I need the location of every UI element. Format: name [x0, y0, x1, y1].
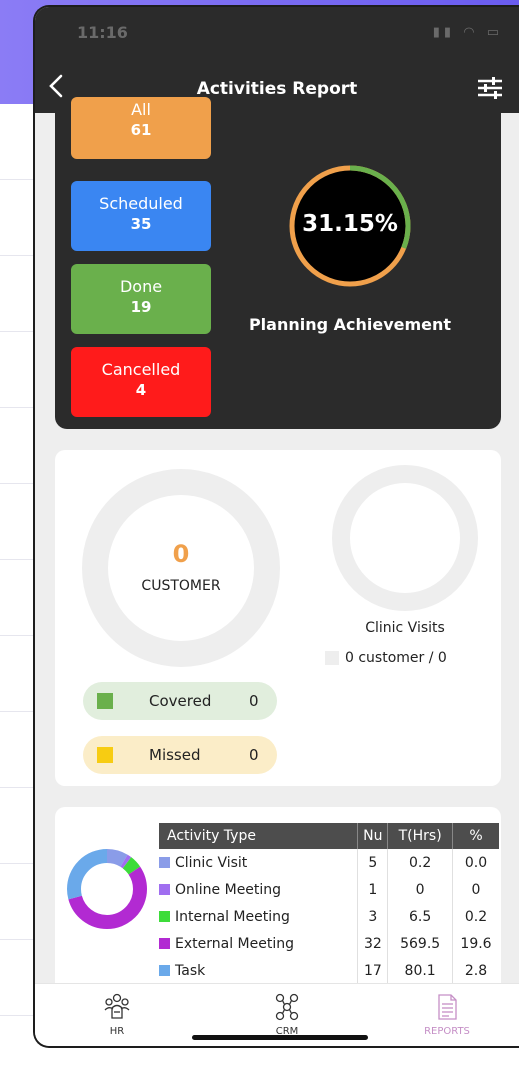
activity-type-cell: Clinic Visit: [159, 849, 359, 876]
filter-button[interactable]: [475, 73, 507, 103]
pct-cell: 19.6: [460, 935, 492, 952]
achievement-label: Planning Achievement: [248, 315, 452, 334]
hr-team-icon: [104, 993, 130, 1019]
missed-value: 0: [249, 746, 259, 764]
phone-frame: 11:16 ▮▮ ◠ ▭ Activities Report All 61 Sc…: [33, 5, 519, 1048]
stat-scheduled-count: 35: [130, 215, 152, 233]
legend-swatch: [159, 910, 170, 922]
pct-cell: 0.2: [464, 908, 488, 925]
activity-donut-chart: [67, 849, 147, 929]
crm-network-icon: [275, 993, 299, 1021]
activity-table-header: Activity Type Nu T(Hrs) %: [159, 823, 499, 849]
activity-type-cell: Internal Meeting: [159, 903, 359, 930]
header-pct: %: [452, 823, 499, 849]
stat-all[interactable]: All 61: [71, 97, 211, 159]
header-hrs: T(Hrs): [387, 823, 453, 849]
activity-card: Activity Type Nu T(Hrs) % Clinic Visit 5…: [55, 807, 501, 987]
activity-type-cell: External Meeting: [159, 930, 359, 957]
activity-type-text: External Meeting: [175, 935, 294, 952]
pct-cell: 0.0: [464, 854, 488, 871]
signal-icon: ▮▮: [432, 25, 456, 40]
status-icons: ▮▮ ◠ ▭: [433, 25, 503, 40]
stat-done-count: 19: [130, 298, 152, 316]
covered-label: Covered: [149, 692, 212, 710]
missed-label: Missed: [149, 746, 201, 764]
tab-reports-label: REPORTS: [424, 1026, 470, 1037]
hrs-cell: 569.5: [387, 930, 453, 957]
stat-cancelled[interactable]: Cancelled 4: [71, 347, 211, 417]
stat-all-label: All: [131, 100, 151, 119]
nu-cell: 32: [357, 930, 389, 957]
status-time: 11:16: [77, 23, 128, 42]
clinic-visits-legend: 0 customer / 0: [325, 650, 447, 666]
clinic-visits-label: Clinic Visits: [365, 620, 445, 636]
tab-hr[interactable]: HR: [77, 992, 157, 1037]
stat-all-count: 61: [130, 121, 152, 139]
nu-cell: 17: [357, 957, 389, 984]
wifi-icon: ◠: [463, 25, 479, 40]
table-row: External Meeting 32 569.5 19.6: [159, 930, 499, 957]
summary-card: All 61 Scheduled 35 Done 19 Cancelled 4 …: [55, 97, 501, 429]
nu-cell: 5: [357, 849, 389, 876]
table-row: Internal Meeting 3 6.5 0.2: [159, 903, 499, 930]
clinic-legend-text: 0 customer / 0: [345, 650, 447, 666]
home-indicator: [192, 1035, 368, 1040]
table-row: Task 17 80.1 2.8: [159, 957, 499, 984]
activity-table: Activity Type Nu T(Hrs) % Clinic Visit 5…: [159, 823, 499, 984]
activity-type-cell: Online Meeting: [159, 876, 359, 903]
clinic-visits-ring-chart: [332, 465, 478, 611]
pct-cell: 0: [471, 881, 481, 898]
status-bar: 11:16 ▮▮ ◠ ▭: [35, 7, 519, 63]
sliders-icon: [478, 77, 502, 99]
clinic-legend-swatch: [325, 651, 339, 665]
hrs-cell: 6.5: [387, 903, 453, 930]
stat-scheduled-label: Scheduled: [99, 194, 183, 213]
legend-swatch: [159, 964, 170, 976]
battery-icon: ▭: [486, 25, 503, 40]
tab-crm[interactable]: CRM: [247, 992, 327, 1037]
stat-done[interactable]: Done 19: [71, 264, 211, 334]
header-activity-type: Activity Type: [159, 823, 359, 849]
reports-document-icon: [438, 994, 457, 1020]
activity-type-cell: Task: [159, 957, 359, 984]
customer-count: 0: [172, 540, 190, 568]
activity-type-text: Task: [175, 962, 206, 979]
page-title: Activities Report: [196, 79, 358, 99]
legend-swatch: [159, 856, 170, 868]
pct-cell: 2.8: [464, 962, 488, 979]
missed-pill: Missed 0: [83, 736, 277, 774]
tab-reports[interactable]: REPORTS: [407, 992, 487, 1037]
covered-pill: Covered 0: [83, 682, 277, 720]
customer-label: CUSTOMER: [141, 578, 221, 594]
hrs-cell: 0: [387, 876, 453, 903]
covered-swatch: [97, 693, 113, 709]
stat-cancelled-count: 4: [135, 381, 147, 399]
hrs-cell: 80.1: [387, 957, 453, 984]
activity-type-text: Online Meeting: [175, 881, 282, 898]
legend-swatch: [159, 883, 170, 895]
stat-done-label: Done: [119, 277, 163, 296]
achievement-value: 31.15%: [302, 211, 398, 237]
tab-hr-label: HR: [109, 1026, 125, 1037]
activity-type-text: Internal Meeting: [175, 908, 290, 925]
customer-ring-chart: [82, 469, 280, 667]
covered-value: 0: [249, 692, 259, 710]
table-row: Online Meeting 1 0 0: [159, 876, 499, 903]
stat-scheduled[interactable]: Scheduled 35: [71, 181, 211, 251]
customer-card: 0 CUSTOMER Clinic Visits 0 customer / 0 …: [55, 450, 501, 786]
nu-cell: 1: [357, 876, 389, 903]
hrs-cell: 0.2: [387, 849, 453, 876]
legend-swatch: [159, 937, 170, 949]
stat-cancelled-label: Cancelled: [101, 360, 181, 379]
table-row: Clinic Visit 5 0.2 0.0: [159, 849, 499, 876]
header-nu: Nu: [357, 823, 389, 849]
nu-cell: 3: [357, 903, 389, 930]
activity-type-text: Clinic Visit: [175, 854, 248, 871]
missed-swatch: [97, 747, 113, 763]
